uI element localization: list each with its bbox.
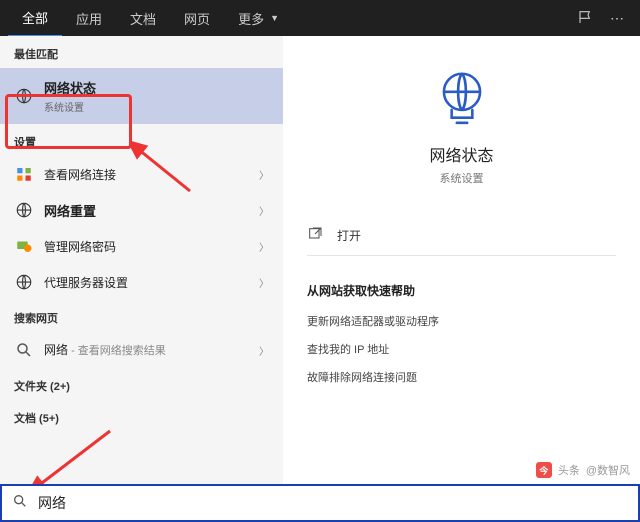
detail-title: 网络状态 bbox=[307, 142, 616, 166]
detail-icon bbox=[307, 66, 616, 128]
settings-item-network-reset[interactable]: 网络重置 〉 bbox=[0, 192, 283, 228]
open-action[interactable]: 打开 bbox=[307, 220, 616, 251]
settings-item-manage-passwords[interactable]: 管理网络密码 〉 bbox=[0, 228, 283, 264]
tab-more[interactable]: 更多▼ bbox=[224, 1, 293, 36]
tab-docs[interactable]: 文档 bbox=[116, 1, 170, 36]
chevron-right-icon: 〉 bbox=[259, 275, 269, 290]
tab-web[interactable]: 网页 bbox=[170, 1, 224, 36]
tab-apps[interactable]: 应用 bbox=[62, 1, 116, 36]
settings-item-proxy[interactable]: 代理服务器设置 〉 bbox=[0, 264, 283, 300]
globe-icon bbox=[14, 86, 34, 106]
quick-link-troubleshoot[interactable]: 故障排除网络连接问题 bbox=[307, 369, 616, 385]
settings-label: 设置 bbox=[0, 124, 283, 156]
more-menu-icon[interactable]: ⋯ bbox=[610, 10, 624, 27]
best-match-item[interactable]: 网络状态 系统设置 bbox=[0, 68, 283, 124]
documents-label[interactable]: 文档 (5+) bbox=[0, 400, 283, 432]
feedback-icon[interactable] bbox=[578, 9, 594, 28]
chevron-down-icon: ▼ bbox=[270, 13, 279, 23]
best-match-sub: 系统设置 bbox=[44, 99, 269, 114]
search-bar[interactable] bbox=[0, 484, 640, 522]
search-web-label: 搜索网页 bbox=[0, 300, 283, 332]
annotation-arrow-2 bbox=[30, 426, 120, 484]
chevron-right-icon: 〉 bbox=[259, 239, 269, 254]
watermark: 今 头条 @数智风 bbox=[536, 462, 630, 478]
globe-icon bbox=[14, 200, 34, 220]
network-connections-icon bbox=[14, 164, 34, 184]
globe-icon bbox=[14, 272, 34, 292]
chevron-right-icon: 〉 bbox=[259, 343, 269, 358]
best-match-title: 网络状态 bbox=[44, 78, 269, 97]
search-icon bbox=[14, 340, 34, 360]
watermark-logo: 今 bbox=[536, 462, 552, 478]
credentials-icon bbox=[14, 236, 34, 256]
settings-item-view-connections[interactable]: 查看网络连接 〉 bbox=[0, 156, 283, 192]
quick-link-update-adapter[interactable]: 更新网络适配器或驱动程序 bbox=[307, 313, 616, 329]
open-icon bbox=[307, 226, 323, 245]
chevron-right-icon: 〉 bbox=[259, 167, 269, 182]
detail-sub: 系统设置 bbox=[307, 170, 616, 186]
quick-link-find-ip[interactable]: 查找我的 IP 地址 bbox=[307, 341, 616, 357]
search-icon bbox=[12, 493, 28, 514]
search-input[interactable] bbox=[38, 495, 628, 511]
quick-help-heading: 从网站获取快速帮助 bbox=[307, 282, 616, 299]
best-match-label: 最佳匹配 bbox=[0, 36, 283, 68]
folders-label[interactable]: 文件夹 (2+) bbox=[0, 368, 283, 400]
chevron-right-icon: 〉 bbox=[259, 203, 269, 218]
web-search-item[interactable]: 网络 - 查看网络搜索结果 〉 bbox=[0, 332, 283, 368]
tab-all[interactable]: 全部 bbox=[8, 0, 62, 37]
